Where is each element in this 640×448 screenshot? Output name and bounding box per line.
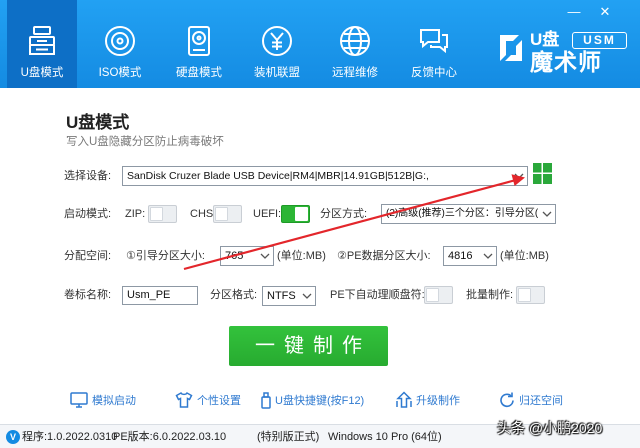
partition-format-label: 分区格式:	[210, 289, 258, 301]
toggle-knob	[215, 207, 228, 221]
program-version: 程序:1.0.2022.0310	[22, 431, 118, 443]
pe-data-partition-size-select[interactable]: 4816	[443, 246, 497, 266]
partition-scheme-value: (2)高级(推荐)三个分区：引导分区(隐	[386, 208, 538, 219]
logo-brand-u: U盘	[530, 30, 560, 49]
toggle-knob	[426, 288, 439, 302]
uefi-label: UEFI:	[253, 208, 282, 220]
usb-shortcut-key-button[interactable]: U盘快捷键(按F12)	[257, 390, 377, 410]
tool-label: U盘快捷键(按F12)	[275, 395, 365, 407]
tab-label: 反馈中心	[411, 67, 457, 79]
tool-label: 模拟启动	[92, 395, 136, 407]
tool-label: 个性设置	[197, 395, 241, 407]
zip-toggle[interactable]	[148, 205, 177, 223]
pe-data-partition-size-value: 4816	[448, 250, 473, 262]
personalize-button[interactable]: 个性设置	[175, 390, 265, 410]
chat-icon	[417, 24, 451, 58]
device-select-value: SanDisk Cruzer Blade USB Device|RM4|MBR|…	[127, 170, 429, 182]
pe-data-partition-size-label: ②PE数据分区大小:	[337, 250, 431, 262]
close-button[interactable]: ✕	[594, 2, 616, 22]
device-label: 选择设备:	[64, 170, 112, 182]
batch-make-label: 批量制作:	[466, 289, 514, 301]
simulate-boot-button[interactable]: 模拟启动	[70, 390, 160, 410]
os-label: Windows 10 Pro (64位)	[328, 431, 442, 443]
chevron-down-icon	[257, 247, 273, 265]
reclaim-space-button[interactable]: 归还空间	[498, 390, 578, 410]
page-title: U盘模式	[66, 113, 130, 132]
boot-partition-size-select[interactable]: 765	[220, 246, 274, 266]
boot-mode-label: 启动模式:	[64, 208, 112, 220]
zip-label: ZIP:	[125, 208, 146, 220]
watermark: 头条 @小鹏2020	[497, 420, 603, 436]
tab-install-alliance[interactable]: 装机联盟	[242, 0, 312, 88]
edition-label: (特别版正式)	[257, 431, 320, 443]
tool-label: 升级制作	[416, 395, 460, 407]
minimize-button[interactable]: —	[563, 2, 585, 22]
tshirt-icon	[175, 391, 193, 409]
upgrade-icon	[395, 391, 413, 409]
tab-hard-disk-mode[interactable]: 硬盘模式	[164, 0, 234, 88]
refresh-icon	[498, 391, 516, 409]
pe-version: PE版本:6.0.2022.03.10	[113, 431, 227, 443]
tab-feedback-center[interactable]: 反馈中心	[399, 0, 469, 88]
volume-label-label: 卷标名称:	[64, 289, 112, 301]
auto-drive-letter-toggle[interactable]	[424, 286, 453, 304]
volume-label-input[interactable]: Usm_PE	[122, 286, 198, 305]
tab-label: 硬盘模式	[176, 67, 222, 79]
tool-label: 归还空间	[519, 395, 563, 407]
toggle-knob	[518, 288, 531, 302]
auto-drive-letter-label: PE下自动理顺盘符:	[330, 289, 425, 301]
monitor-icon	[70, 391, 88, 409]
windows-logo-icon[interactable]	[533, 163, 552, 184]
boot-partition-size-value: 765	[225, 250, 244, 262]
partition-format-value: NTFS	[267, 290, 296, 302]
page-subtitle: 写入U盘隐藏分区防止病毒破坏	[66, 136, 224, 148]
usb-drive-icon	[25, 24, 59, 58]
header-bar: U盘模式 ISO模式 硬盘模式 装机联盟 远程维修 反馈中心 — ✕ U盘 US…	[0, 0, 640, 88]
chs-toggle[interactable]	[213, 205, 242, 223]
usb-key-icon	[257, 391, 275, 409]
version-icon: V	[6, 430, 20, 444]
tab-remote-repair[interactable]: 远程维修	[320, 0, 390, 88]
toggle-knob	[295, 207, 308, 221]
logo-badge: USM	[572, 32, 627, 49]
tab-label: U盘模式	[20, 67, 64, 79]
toggle-knob	[150, 207, 163, 221]
chevron-down-icon	[539, 205, 555, 223]
logo-name: 魔术师	[530, 49, 602, 75]
uefi-toggle[interactable]	[281, 205, 310, 223]
device-select[interactable]: SanDisk Cruzer Blade USB Device|RM4|MBR|…	[122, 166, 528, 186]
chevron-down-icon	[511, 167, 527, 185]
chevron-down-icon	[480, 247, 496, 265]
partition-scheme-select[interactable]: (2)高级(推荐)三个分区：引导分区(隐	[381, 204, 556, 224]
hard-disk-icon	[182, 24, 216, 58]
yuan-coin-icon	[260, 24, 294, 58]
upgrade-make-button[interactable]: 升级制作	[395, 390, 475, 410]
globe-icon	[338, 24, 372, 58]
partition-format-select[interactable]: NTFS	[262, 286, 316, 306]
tab-usb-mode[interactable]: U盘模式	[7, 0, 77, 88]
unit-label: (单位:MB)	[277, 250, 326, 262]
tab-label: 装机联盟	[254, 67, 300, 79]
one-click-make-button[interactable]: 一键制作	[229, 326, 388, 366]
disc-icon	[103, 24, 137, 58]
tab-label: 远程维修	[332, 67, 378, 79]
logo-icon	[497, 32, 525, 64]
tab-label: ISO模式	[98, 67, 142, 79]
space-allocation-label: 分配空间:	[64, 250, 112, 262]
boot-partition-size-label: ①引导分区大小:	[126, 250, 205, 262]
chevron-down-icon	[299, 287, 315, 305]
unit-label: (单位:MB)	[500, 250, 549, 262]
batch-make-toggle[interactable]	[516, 286, 545, 304]
tab-iso-mode[interactable]: ISO模式	[85, 0, 155, 88]
partition-scheme-label: 分区方式:	[320, 208, 368, 220]
